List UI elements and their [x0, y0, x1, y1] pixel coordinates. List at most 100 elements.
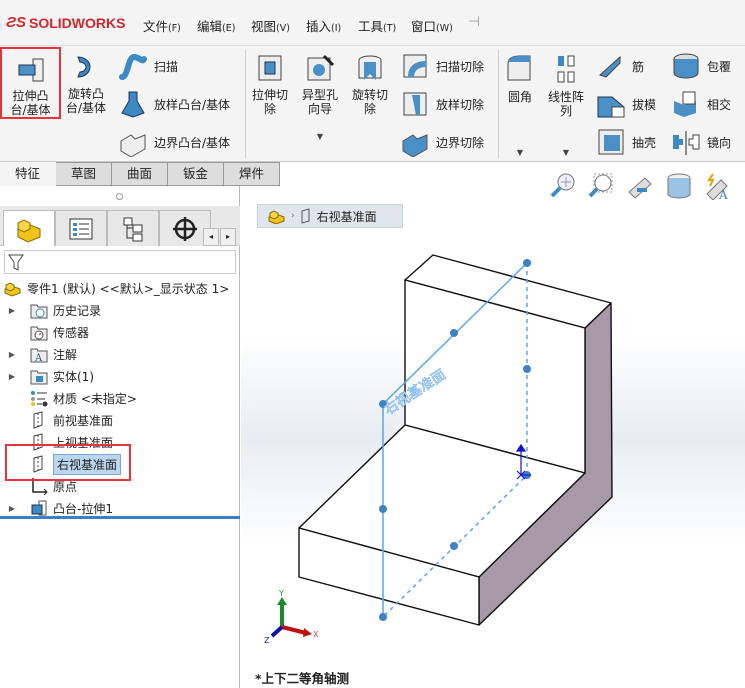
graphics-viewport[interactable]: A › 右视基准面 右视基准面 Y X Z *上下二等角轴测	[241, 173, 745, 688]
part-icon	[17, 218, 41, 243]
shell-button[interactable]: 抽壳	[596, 127, 656, 157]
wrap-label: 包覆	[707, 59, 732, 74]
extrude-boss-icon	[15, 53, 47, 85]
sensor-folder-icon	[30, 326, 48, 341]
panel-grip-handle[interactable]	[116, 193, 123, 200]
feature-manager-panel: ◂ ▸ 零件1 (默认) <<默认>_显示状态 1> ▶ 历史记录 传感器 ▶ A 注解 ▶…	[0, 186, 240, 688]
part-icon	[4, 282, 21, 297]
draft-button[interactable]: 拔模	[596, 89, 656, 119]
tree-item[interactable]: 前视基准面	[6, 409, 113, 431]
tree-item-label: 凸台-拉伸1	[53, 501, 113, 516]
tree-item[interactable]: 传感器	[6, 321, 89, 343]
tab-scroll-left-button[interactable]: ◂	[203, 228, 219, 246]
fillet-button[interactable]: 圆角 ▼	[504, 54, 536, 160]
revolve-boss-icon	[70, 51, 102, 83]
revolve-boss-button[interactable]: 旋转凸 台/基体	[63, 51, 109, 115]
model-3d-view[interactable]: 右视基准面 Y X Z	[241, 186, 745, 688]
extrude-feature-icon	[31, 500, 47, 516]
tree-item[interactable]: ▶ A 注解	[6, 343, 77, 365]
history-folder-icon	[30, 304, 48, 319]
dropdown-arrow-icon[interactable]: ▼	[543, 146, 589, 160]
rib-button[interactable]: 筋	[596, 51, 644, 81]
sweep-cut-label: 扫描切除	[436, 59, 485, 74]
command-manager-ribbon: 拉伸凸 台/基体 旋转凸 台/基体 扫描 放样凸台/基体 边界凸台/基体 拉伸切…	[0, 46, 745, 162]
sweep-button[interactable]: 扫描	[118, 51, 178, 81]
filter-icon	[8, 254, 24, 271]
rollback-bar[interactable]	[0, 516, 240, 519]
hole-wizard-icon	[304, 52, 336, 84]
wrap-button[interactable]: 包覆	[671, 51, 731, 81]
extrude-boss-label: 拉伸凸 台/基体	[10, 89, 51, 117]
property-manager-tab[interactable]	[55, 210, 107, 246]
panel-tabs: ◂ ▸	[0, 206, 240, 246]
ribbon-separator	[498, 50, 499, 158]
logo-text: SOLIDWORKS	[29, 14, 126, 31]
boundary-boss-button[interactable]: 边界凸台/基体	[118, 127, 230, 158]
tree-root-part[interactable]: 零件1 (默认) <<默认>_显示状态 1>	[4, 277, 229, 299]
material-icon	[31, 391, 48, 407]
expand-arrow-icon[interactable]: ▶	[6, 372, 18, 381]
plane-icon	[33, 411, 43, 429]
view-orientation-label: *上下二等角轴测	[255, 671, 350, 686]
tab-sheet-metal[interactable]: 钣金	[168, 162, 224, 186]
loft-cut-label: 放样切除	[436, 97, 485, 112]
intersect-button[interactable]: 相交	[671, 89, 731, 119]
revolve-cut-button[interactable]: 旋转切 除	[348, 52, 392, 116]
mirror-button[interactable]: 镜向	[671, 127, 731, 157]
tab-scroll-right-button[interactable]: ▸	[220, 228, 236, 246]
extrude-boss-button[interactable]: 拉伸凸 台/基体	[0, 47, 61, 119]
intersect-label: 相交	[707, 97, 732, 112]
pin-icon[interactable]: ⊣	[468, 14, 480, 30]
revolve-cut-label: 旋转切 除	[351, 88, 388, 116]
triad-axes: Y X Z	[264, 589, 319, 645]
tree-filter-input[interactable]	[4, 250, 236, 274]
solidworks-logo[interactable]: ƧS SOLIDWORKS	[6, 14, 125, 31]
tab-features[interactable]: 特征	[0, 162, 56, 186]
menu-file[interactable]: 文件(F)	[143, 16, 181, 35]
draft-label: 拔模	[632, 97, 657, 112]
boundary-cut-label: 边界切除	[436, 135, 485, 150]
draft-icon	[596, 89, 626, 119]
feature-manager-tab[interactable]	[3, 210, 55, 246]
tab-sketch[interactable]: 草图	[56, 162, 112, 186]
boundary-cut-button[interactable]: 边界切除	[400, 127, 485, 158]
dropdown-arrow-icon[interactable]: ▼	[298, 130, 342, 144]
fillet-label: 圆角	[507, 90, 532, 104]
intersect-icon	[671, 89, 701, 119]
extrude-cut-button[interactable]: 拉伸切 除	[250, 52, 290, 116]
expand-arrow-icon[interactable]: ▶	[6, 306, 18, 315]
loft-boss-button[interactable]: 放样凸台/基体	[118, 89, 230, 119]
tree-item[interactable]: 材质 <未指定>	[6, 387, 137, 409]
sweep-cut-button[interactable]: 扫描切除	[400, 51, 484, 81]
linear-pattern-icon	[550, 54, 582, 86]
annotation-folder-icon: A	[30, 348, 48, 363]
extrude-cut-label: 拉伸切 除	[251, 88, 288, 116]
dropdown-arrow-icon[interactable]: ▼	[504, 146, 536, 160]
hole-wizard-button[interactable]: 异型孔 向导 ▼	[298, 52, 342, 144]
axis-x-label: X	[313, 630, 319, 639]
menu-insert[interactable]: 插入(I)	[306, 16, 341, 35]
configuration-manager-tab[interactable]	[107, 210, 159, 246]
linear-pattern-button[interactable]: 线性阵 列 ▼	[543, 54, 589, 160]
menu-view[interactable]: 视图(V)	[251, 16, 290, 35]
tab-weldments[interactable]: 焊件	[224, 162, 280, 186]
rib-label: 筋	[632, 59, 645, 74]
boundary-boss-icon	[118, 127, 148, 158]
axis-y-label: Y	[278, 589, 284, 598]
tree-item-label: 实体(1)	[53, 369, 94, 384]
command-tabs: 特征 草图 曲面 钣金 焊件	[0, 162, 280, 186]
ribbon-separator	[245, 50, 246, 158]
tab-surfaces[interactable]: 曲面	[112, 162, 168, 186]
loft-cut-button[interactable]: 放样切除	[400, 89, 484, 119]
expand-arrow-icon[interactable]: ▶	[6, 350, 18, 359]
menu-tools[interactable]: 工具(T)	[358, 16, 396, 35]
expand-arrow-icon[interactable]: ▶	[6, 504, 18, 513]
tree-item[interactable]: ▶ 历史记录	[6, 299, 101, 321]
tree-item-label: 前视基准面	[53, 413, 114, 428]
menu-window[interactable]: 窗口(W)	[411, 16, 453, 35]
mirror-label: 镜向	[707, 135, 732, 150]
tree-item[interactable]: ▶ 实体(1)	[6, 365, 94, 387]
tree-item-label: 材质 <未指定>	[53, 391, 137, 406]
menu-edit[interactable]: 编辑(E)	[197, 16, 235, 35]
solid-body-folder-icon	[30, 370, 48, 385]
